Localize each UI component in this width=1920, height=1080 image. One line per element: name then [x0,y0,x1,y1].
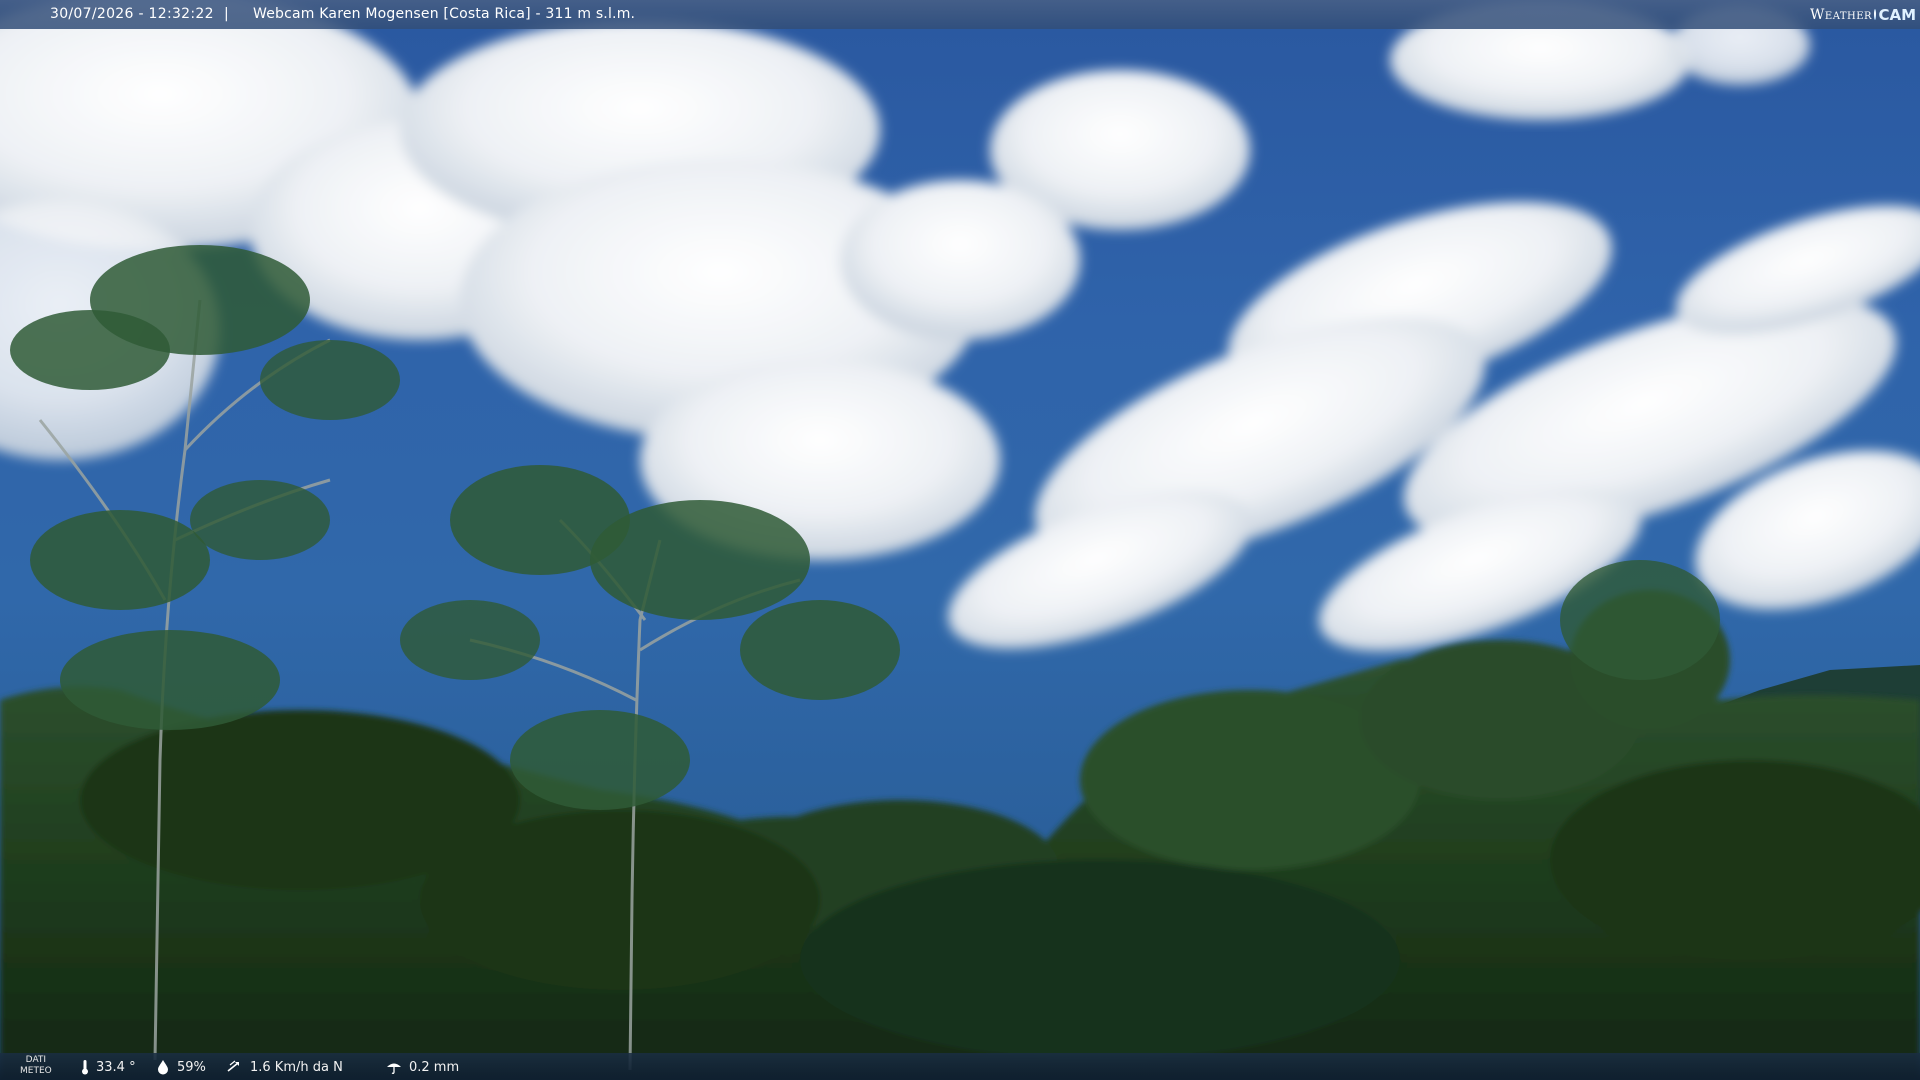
humidity-stat: 59% [155,1059,206,1075]
logo-weather-text: Weather [1810,6,1873,23]
weather-data-bar: DATI METEO 33.4 ° 59% 1.6 Km/h da N 0.2 … [0,1053,1920,1080]
logo-cam-text: CAM [1878,5,1916,24]
rain-value: 0.2 mm [409,1059,460,1075]
label-line-1: DATI [25,1055,47,1065]
webcam-image [0,0,1920,1080]
temperature-stat: 33.4 ° [80,1059,136,1075]
landscape-scene [0,0,1920,1080]
weather-data-label: DATI METEO [20,1055,52,1077]
humidity-drop-icon [158,1060,168,1075]
clouds-right [948,201,1920,651]
webcam-title: Webcam Karen Mogensen [Costa Rica] - 311… [253,6,636,22]
webcam-header-bar: 30/07/2026 - 12:32:22 | Webcam Karen Mog… [0,0,1920,29]
rain-stat: 0.2 mm [385,1059,459,1075]
humidity-value: 59% [177,1059,206,1075]
label-line-2: METEO [20,1066,52,1076]
temperature-value: 33.4 ° [96,1059,136,1075]
rain-icon [387,1063,401,1074]
wind-icon [227,1060,239,1072]
header-separator: | [224,6,229,22]
thermometer-icon [82,1060,88,1075]
logo-dot-icon [1874,9,1877,20]
wind-value: 1.6 Km/h da N [250,1059,343,1075]
weathercam-logo[interactable]: Weather CAM [1810,0,1920,29]
timestamp: 30/07/2026 - 12:32:22 [50,6,214,22]
wind-stat: 1.6 Km/h da N [226,1059,343,1075]
